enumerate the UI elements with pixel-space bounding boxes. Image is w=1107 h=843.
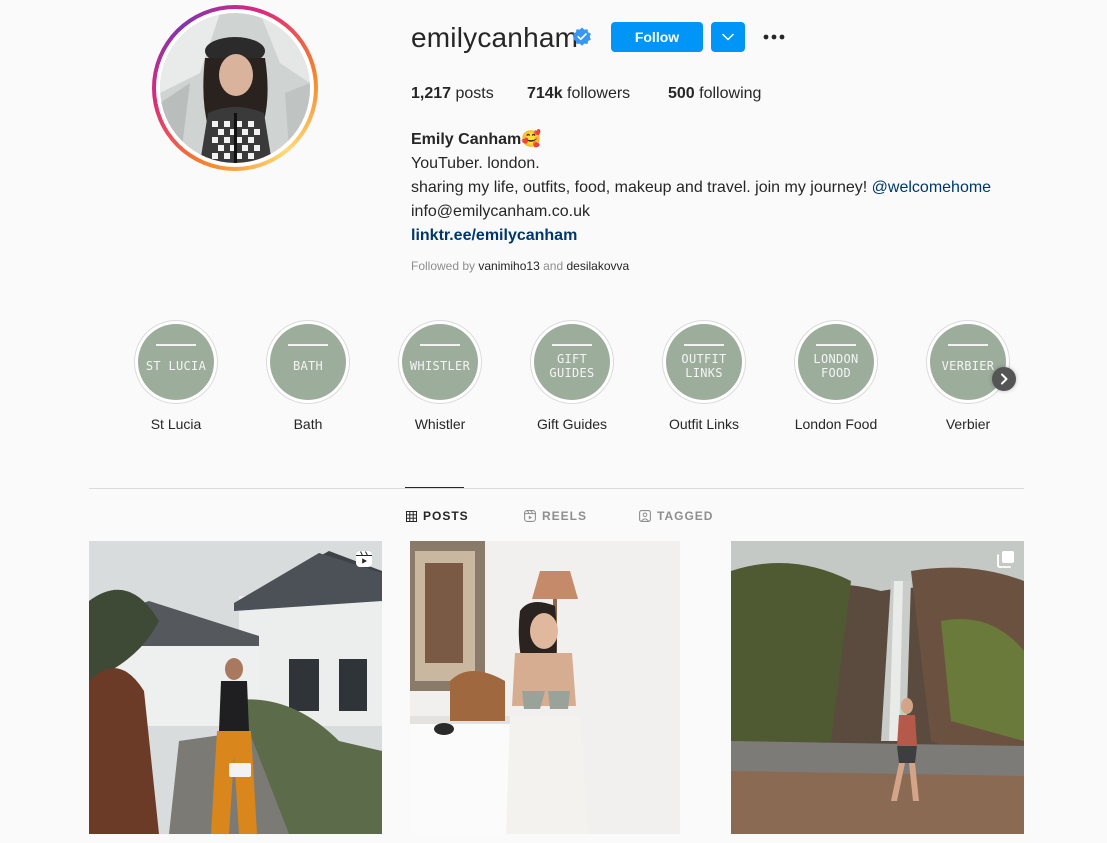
highlight-cover-line-1: BATH <box>292 359 324 373</box>
highlight-cover: VERBIER <box>930 324 1006 400</box>
tab-reels[interactable]: REELS <box>524 509 587 523</box>
followers-link[interactable]: 714k followers <box>527 85 630 103</box>
avatar-frame <box>156 9 314 167</box>
bio-line-1: YouTuber. london. <box>411 155 540 172</box>
following-count-value: 500 <box>668 85 695 102</box>
tab-tagged-label: TAGGED <box>657 509 714 523</box>
highlight-cover-text: GIFT GUIDES <box>549 352 594 380</box>
verified-badge-icon <box>573 27 591 46</box>
followed-by-joiner: and <box>543 259 564 273</box>
highlight-cover-bar <box>288 344 328 346</box>
chevron-down-icon <box>722 33 734 41</box>
followed-by-note[interactable]: Followed by vanimiho13 and desilakovva <box>411 259 629 273</box>
highlight-label: Bath <box>293 416 323 432</box>
profile-full-name: Emily Canham🥰 <box>411 131 542 148</box>
carousel-icon <box>997 551 1014 568</box>
highlight-cover-ring: GIFT GUIDES <box>530 320 614 404</box>
highlight-cover-line-1: GIFT <box>556 352 588 366</box>
highlights-next-button[interactable] <box>992 367 1016 391</box>
bio-email: info@emilycanham.co.uk <box>411 203 590 220</box>
highlight-label: London Food <box>794 416 878 432</box>
highlight-cover: OUTFIT LINKS <box>666 324 742 400</box>
highlight-cover: GIFT GUIDES <box>534 324 610 400</box>
chevron-right-icon <box>1001 373 1008 385</box>
followed-by-user-1[interactable]: vanimiho13 <box>478 259 539 273</box>
highlight-cover-line-2: LINKS <box>685 366 723 380</box>
posts-count-label: posts <box>455 85 494 102</box>
tabs-divider <box>89 488 1024 489</box>
highlight-label: Gift Guides <box>536 416 608 432</box>
followers-count-label: followers <box>567 85 631 102</box>
highlight-label: Verbier <box>945 416 991 432</box>
followed-by-user-2[interactable]: desilakovva <box>566 259 629 273</box>
tab-reels-label: REELS <box>542 509 588 523</box>
highlight-cover-line-1: LONDON <box>813 352 859 366</box>
highlight-cover-line-1: ST LUCIA <box>145 359 207 373</box>
highlight-cover-text: WHISTLER <box>410 359 470 373</box>
bio-mention-link[interactable]: @welcomehome <box>872 179 991 196</box>
bio-website-link[interactable]: linktr.ee/emilycanham <box>411 224 577 248</box>
highlight-cover: WHISTLER <box>402 324 478 400</box>
post-image <box>89 541 382 834</box>
highlight-label: Outfit Links <box>668 416 740 432</box>
active-tab-indicator <box>405 487 464 488</box>
bio-line-2: sharing my life, outfits, food, makeup a… <box>411 176 991 200</box>
highlight-cover-line-1: VERBIER <box>941 359 995 373</box>
highlight-cover-bar <box>420 344 460 346</box>
highlight-label: St Lucia <box>150 416 202 432</box>
highlight-cover-bar <box>684 344 724 346</box>
profile-username: emilycanham <box>411 22 579 53</box>
highlight-cover-bar <box>156 344 196 346</box>
posts-count-value: 1,217 <box>411 85 452 102</box>
highlight-cover: LONDON FOOD <box>798 324 874 400</box>
highlight-cover-line-2: FOOD <box>820 366 852 380</box>
highlight-cover-line-1: WHISTLER <box>409 359 471 373</box>
highlight-cover: ST LUCIA <box>138 324 214 400</box>
highlight-cover-text: VERBIER <box>942 359 995 373</box>
post-thumbnail-1[interactable] <box>89 541 382 834</box>
highlight-cover-text: ST LUCIA <box>146 359 206 373</box>
post-image <box>731 541 1024 834</box>
profile-avatar-ring[interactable] <box>152 5 318 171</box>
highlight-label: Whistler <box>414 416 466 432</box>
tab-tagged[interactable]: TAGGED <box>639 509 713 523</box>
highlight-cover-text: BATH <box>293 359 323 373</box>
highlight-cover-line-1: OUTFIT <box>681 352 727 366</box>
highlight-cover-bar <box>948 344 988 346</box>
highlight-cover-ring: LONDON FOOD <box>794 320 878 404</box>
following-count-label: following <box>699 85 762 102</box>
tab-posts[interactable]: POSTS <box>406 509 469 523</box>
following-link[interactable]: 500 following <box>668 85 761 103</box>
grid-icon <box>406 510 417 522</box>
reel-icon <box>356 551 372 567</box>
post-image <box>410 541 703 834</box>
tagged-icon <box>639 510 651 522</box>
reels-icon <box>524 510 536 522</box>
highlight-cover-text: LONDON FOOD <box>813 352 858 380</box>
suggested-dropdown-button[interactable] <box>711 22 745 52</box>
more-options-button[interactable] <box>758 24 790 50</box>
highlight-cover-ring: WHISTLER <box>398 320 482 404</box>
highlight-cover-bar <box>552 344 592 346</box>
post-thumbnail-3[interactable] <box>731 541 1024 834</box>
highlight-cover-line-2: GUIDES <box>549 366 595 380</box>
tab-posts-label: POSTS <box>423 509 469 523</box>
highlight-cover-ring: OUTFIT LINKS <box>662 320 746 404</box>
followers-count-value: 714k <box>527 85 563 102</box>
avatar[interactable] <box>160 13 310 163</box>
bio-line-2-text: sharing my life, outfits, food, makeup a… <box>411 179 872 196</box>
post-thumbnail-2[interactable] <box>410 541 703 834</box>
more-horizontal-icon <box>763 34 785 40</box>
highlight-cover-ring: BATH <box>266 320 350 404</box>
highlight-cover-bar <box>816 344 856 346</box>
highlight-cover-text: OUTFIT LINKS <box>681 352 726 380</box>
highlight-cover-ring: ST LUCIA <box>134 320 218 404</box>
highlight-cover-ring: VERBIER <box>926 320 1010 404</box>
follow-button[interactable]: Follow <box>611 22 703 52</box>
followed-by-prefix: Followed by <box>411 259 476 273</box>
highlight-cover: BATH <box>270 324 346 400</box>
posts-count: 1,217 posts <box>411 85 494 103</box>
